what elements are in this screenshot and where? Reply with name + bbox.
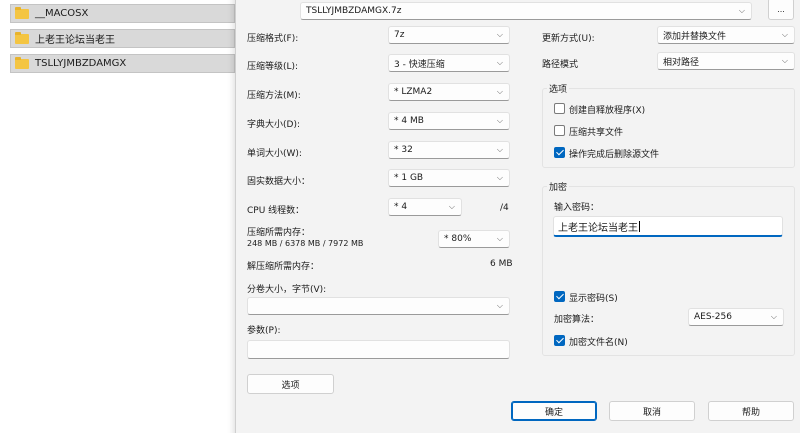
folder-icon — [15, 6, 29, 19]
algo-label: 加密算法： — [554, 315, 600, 325]
solid-label: 固实数据大小： — [247, 177, 311, 187]
mem-select[interactable]: * 80% — [438, 230, 510, 248]
update-label: 更新方式(U): — [542, 34, 595, 44]
password-value: 上老王论坛当老王 — [558, 222, 638, 234]
folder-icon — [15, 31, 29, 44]
password-label: 输入密码： — [554, 203, 600, 213]
path-label: 路径模式 — [542, 60, 579, 70]
solid-select[interactable]: * 1 GB — [388, 169, 510, 187]
path-value: 相对路径 — [663, 57, 700, 68]
options-button[interactable]: 选项 — [247, 374, 334, 394]
text-caret — [639, 220, 640, 232]
decomp-label: 解压缩所需内存： — [247, 262, 320, 272]
format-label: 压缩格式(F): — [247, 34, 299, 44]
list-item[interactable]: TSLLYJMBZDAMGX — [10, 54, 235, 73]
method-value: * LZMA2 — [394, 87, 433, 97]
level-label: 压缩等级(L): — [247, 62, 299, 72]
chevron-down-icon — [497, 145, 503, 155]
params-label: 参数(P): — [247, 326, 281, 336]
archive-name-value: TSLLYJMBZDAMGX.7z — [306, 6, 402, 16]
list-item[interactable]: __MACOSX — [10, 4, 235, 23]
show-password-label: 显示密码(S) — [569, 294, 618, 304]
split-label: 分卷大小，字节(V): — [247, 285, 327, 295]
format-select[interactable]: 7z — [388, 26, 510, 44]
chevron-down-icon — [782, 56, 788, 66]
word-label: 单词大小(W): — [247, 149, 302, 159]
shared-label: 压缩共享文件 — [569, 128, 624, 138]
cpu-total: /4 — [500, 203, 509, 213]
level-value: 3 - 快速压缩 — [394, 59, 445, 70]
chevron-down-icon — [497, 116, 503, 126]
chevron-down-icon — [497, 58, 503, 68]
ok-button[interactable]: 确定 — [511, 401, 597, 421]
browse-button[interactable]: ... — [768, 0, 794, 20]
chevron-down-icon — [497, 173, 503, 183]
archive-name-combobox[interactable]: TSLLYJMBZDAMGX.7z — [300, 2, 752, 20]
sfx-label: 创建自释放程序(X) — [569, 106, 646, 116]
delete-source-label: 操作完成后删除源文件 — [569, 150, 660, 160]
list-item-label: __MACOSX — [35, 8, 89, 19]
chevron-down-icon — [739, 6, 745, 16]
options-group-title: 选项 — [547, 82, 570, 95]
method-select[interactable]: * LZMA2 — [388, 83, 510, 101]
split-select[interactable] — [247, 297, 510, 315]
word-value: * 32 — [394, 145, 413, 155]
dict-value: * 4 MB — [394, 116, 424, 126]
params-input[interactable] — [247, 340, 510, 359]
list-item-label: 上老王论坛当老王 — [35, 35, 115, 46]
chevron-down-icon — [497, 301, 503, 311]
sfx-checkbox[interactable] — [554, 103, 565, 114]
delete-source-checkbox[interactable] — [554, 147, 565, 158]
show-password-checkbox[interactable] — [554, 291, 565, 302]
chevron-down-icon — [771, 312, 777, 322]
list-item-label: TSLLYJMBZDAMGX — [35, 58, 127, 69]
cpu-label: CPU 线程数： — [247, 206, 305, 216]
level-select[interactable]: 3 - 快速压缩 — [388, 54, 510, 72]
update-value: 添加并替换文件 — [663, 31, 727, 42]
list-item[interactable]: 上老王论坛当老王 — [10, 29, 235, 48]
algo-select[interactable]: AES-256 — [688, 308, 784, 326]
algo-value: AES-256 — [694, 312, 732, 322]
encryption-group-title: 加密 — [547, 180, 570, 193]
encrypt-names-label: 加密文件名(N) — [569, 338, 628, 348]
decomp-value: 6 MB — [490, 259, 513, 269]
shared-checkbox[interactable] — [554, 125, 565, 136]
chevron-down-icon — [782, 30, 788, 40]
path-select[interactable]: 相对路径 — [657, 52, 795, 70]
cpu-select[interactable]: * 4 — [388, 198, 462, 216]
cpu-value: * 4 — [394, 202, 408, 212]
chevron-down-icon — [449, 202, 455, 212]
mem-value: * 80% — [444, 234, 472, 244]
dict-select[interactable]: * 4 MB — [388, 112, 510, 130]
cancel-button[interactable]: 取消 — [609, 401, 695, 421]
chevron-down-icon — [497, 87, 503, 97]
help-button[interactable]: 帮助 — [708, 401, 794, 421]
update-select[interactable]: 添加并替换文件 — [657, 26, 795, 44]
chevron-down-icon — [497, 30, 503, 40]
encrypt-names-checkbox[interactable] — [554, 335, 565, 346]
solid-value: * 1 GB — [394, 173, 424, 183]
add-to-archive-dialog: TSLLYJMBZDAMGX.7z ... 压缩格式(F): 7z 压缩等级(L… — [235, 0, 800, 433]
chevron-down-icon — [497, 234, 503, 244]
dict-label: 字典大小(D): — [247, 120, 300, 130]
folder-icon — [15, 56, 29, 69]
password-input[interactable]: 上老王论坛当老王 — [553, 216, 783, 237]
mem-label: 压缩所需内存： — [247, 228, 311, 238]
method-label: 压缩方法(M): — [247, 91, 301, 101]
format-value: 7z — [394, 30, 405, 40]
mem-detail: 248 MB / 6378 MB / 7972 MB — [247, 239, 364, 248]
word-select[interactable]: * 32 — [388, 141, 510, 159]
